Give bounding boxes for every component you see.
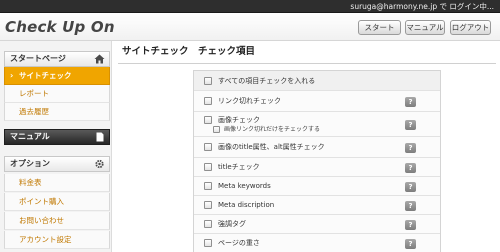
sidebar-item-site-check[interactable]: › サイトチェック xyxy=(4,67,110,85)
sidebar-item-contact[interactable]: お問い合わせ xyxy=(4,212,110,230)
check-sublabel: 画像リンク切れだけをチェックする xyxy=(224,126,321,133)
check-row-link[interactable]: リンク切れチェック ? xyxy=(194,91,440,112)
sidebar-section-title: オプション xyxy=(10,159,50,168)
sidebar-section-options[interactable]: オプション xyxy=(4,156,110,172)
check-items-panel: すべての項目チェックを入れる リンク切れチェック ? 画像チェック 画像リンク切… xyxy=(193,70,441,252)
home-icon xyxy=(94,54,105,64)
top-bar: suruga@harmony.ne.jp で ログイン中... xyxy=(0,0,500,13)
sidebar-item-pricing[interactable]: 料金表 xyxy=(4,174,110,192)
login-status: suruga@harmony.ne.jp で ログイン中... xyxy=(350,2,494,11)
check-row-page-weight[interactable]: ページの重さ ? xyxy=(194,234,440,252)
sidebar-item-label: ポイント購入 xyxy=(19,197,64,206)
page-title: サイトチェック チェック項目 xyxy=(122,46,256,57)
help-icon[interactable]: ? xyxy=(405,163,416,173)
checkbox[interactable] xyxy=(204,239,212,247)
gear-icon xyxy=(95,159,104,169)
help-icon[interactable]: ? xyxy=(405,239,416,249)
help-icon[interactable]: ? xyxy=(405,220,416,230)
sidebar-item-history[interactable]: 過去履歴 xyxy=(4,103,110,121)
checkbox[interactable] xyxy=(204,220,212,228)
help-icon[interactable]: ? xyxy=(405,201,416,211)
check-row-meta-keywords[interactable]: Meta keywords ? xyxy=(194,177,440,196)
manual-button[interactable]: マニュアル xyxy=(405,20,445,35)
check-row-meta-description[interactable]: Meta discription ? xyxy=(194,196,440,215)
sidebar-section-title: マニュアル xyxy=(10,132,50,141)
check-label: 画像のtitle属性、alt属性チェック xyxy=(218,143,325,151)
check-label: Meta keywords xyxy=(218,182,271,190)
check-label: 画像チェック xyxy=(218,116,260,124)
check-label: Meta discription xyxy=(218,201,275,209)
header: Check Up On スタート マニュアル ログアウト xyxy=(0,13,500,41)
sidebar-item-buy-points[interactable]: ポイント購入 xyxy=(4,193,110,211)
sidebar-section-start[interactable]: スタートページ xyxy=(4,51,110,67)
sidebar-item-label: サイトチェック xyxy=(19,71,72,80)
help-icon[interactable]: ? xyxy=(405,143,416,153)
sidebar-item-label: 料金表 xyxy=(19,178,42,187)
checkbox[interactable] xyxy=(204,201,212,209)
main-content: サイトチェック チェック項目 すべての項目チェックを入れる リンク切れチェック … xyxy=(118,41,500,252)
document-icon xyxy=(96,132,104,142)
chevron-right-icon: › xyxy=(10,71,14,80)
sidebar-item-label: レポート xyxy=(19,89,49,98)
check-row-emphasis[interactable]: 強調タグ ? xyxy=(194,215,440,234)
sidebar: スタートページ › サイトチェック レポート 過去履歴 マニュアル オプション … xyxy=(0,41,112,252)
sidebar-section-title: スタートページ xyxy=(10,54,66,63)
sidebar-section-manual[interactable]: マニュアル xyxy=(4,129,110,145)
help-icon[interactable]: ? xyxy=(405,120,416,130)
sidebar-item-label: アカウント設定 xyxy=(19,235,72,244)
checkbox[interactable] xyxy=(204,97,212,105)
sidebar-item-label: 過去履歴 xyxy=(19,107,49,116)
check-all-checkbox[interactable] xyxy=(204,77,212,85)
check-row-image-attr[interactable]: 画像のtitle属性、alt属性チェック ? xyxy=(194,137,440,158)
help-icon[interactable]: ? xyxy=(405,182,416,192)
title-divider xyxy=(118,63,496,64)
start-button[interactable]: スタート xyxy=(358,20,401,35)
check-label: titleチェック xyxy=(218,163,260,171)
logout-button[interactable]: ログアウト xyxy=(450,20,491,35)
sub-checkbox[interactable] xyxy=(213,126,220,133)
check-all-label: すべての項目チェックを入れる xyxy=(218,77,316,85)
help-icon[interactable]: ? xyxy=(405,97,416,107)
check-row-image[interactable]: 画像チェック 画像リンク切れだけをチェックする ? xyxy=(194,112,440,137)
sidebar-item-report[interactable]: レポート xyxy=(4,85,110,103)
check-label: 強調タグ xyxy=(218,220,246,228)
sidebar-item-label: お問い合わせ xyxy=(19,216,64,225)
app-logo[interactable]: Check Up On xyxy=(5,18,115,36)
check-row-title[interactable]: titleチェック ? xyxy=(194,158,440,177)
checkbox[interactable] xyxy=(204,163,212,171)
check-label: ページの重さ xyxy=(218,239,260,247)
sidebar-item-account-settings[interactable]: アカウント設定 xyxy=(4,231,110,249)
checkbox[interactable] xyxy=(204,116,212,124)
checkbox[interactable] xyxy=(204,143,212,151)
check-label: リンク切れチェック xyxy=(218,97,281,105)
check-all-row[interactable]: すべての項目チェックを入れる xyxy=(194,71,440,91)
checkbox[interactable] xyxy=(204,182,212,190)
